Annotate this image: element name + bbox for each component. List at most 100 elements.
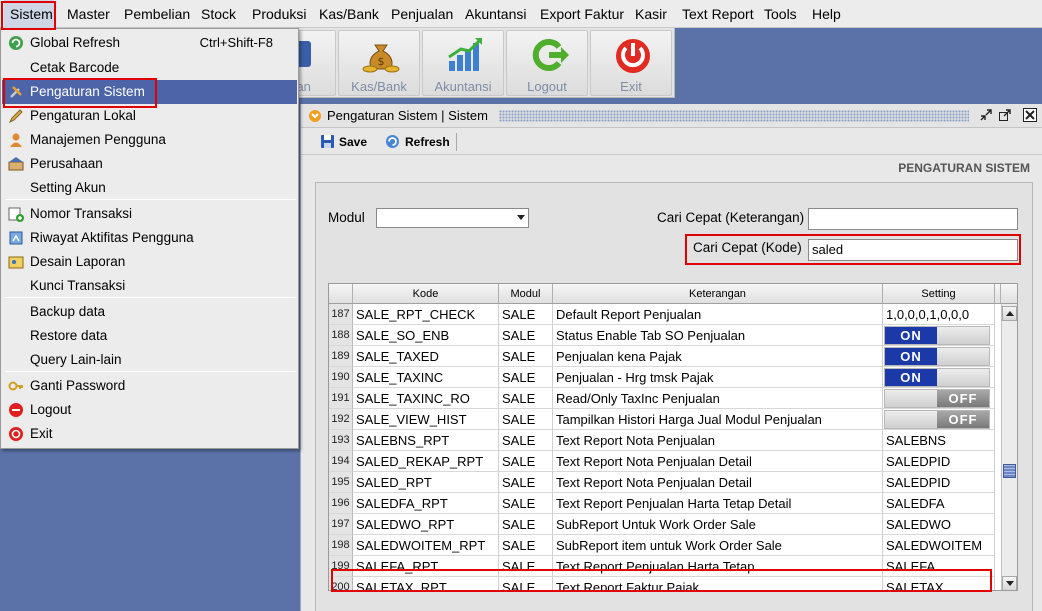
cell-modul[interactable]: SALE — [499, 325, 553, 346]
vertical-scrollbar[interactable] — [1001, 304, 1017, 590]
cell-setting[interactable]: ON — [883, 346, 995, 367]
refresh-button[interactable]: Refresh — [385, 131, 455, 153]
column-header-kode[interactable]: Kode — [353, 284, 499, 304]
modul-select[interactable] — [376, 208, 529, 228]
cell-modul[interactable]: SALE — [499, 493, 553, 514]
cell-ket[interactable]: Default Report Penjualan — [553, 304, 883, 325]
column-header-setting[interactable]: Setting — [883, 284, 995, 304]
setting-toggle[interactable]: OFF — [884, 389, 990, 408]
menu-item-query-lain-lain[interactable]: Query Lain-lain — [2, 348, 297, 372]
setting-toggle[interactable]: OFF — [884, 410, 990, 429]
cell-setting[interactable]: SALEDPID — [883, 472, 995, 493]
menu-help[interactable]: Help — [812, 0, 841, 28]
cell-modul[interactable]: SALE — [499, 577, 553, 590]
menu-item-setting-akun[interactable]: Setting Akun — [2, 176, 297, 200]
menu-penjualan[interactable]: Penjualan — [391, 0, 453, 28]
save-button[interactable]: Save — [320, 131, 372, 153]
setting-toggle[interactable]: ON — [884, 326, 990, 345]
cell-ket[interactable]: Penjualan - Hrg tmsk Pajak — [553, 367, 883, 388]
cell-modul[interactable]: SALE — [499, 430, 553, 451]
minimize-icon[interactable] — [979, 108, 993, 122]
cell-kode[interactable]: SALEFA_RPT — [353, 556, 499, 577]
menu-item-nomor-transaksi[interactable]: Nomor Transaksi — [2, 202, 297, 226]
menu-master[interactable]: Master — [67, 0, 110, 28]
scroll-thumb[interactable] — [1003, 464, 1016, 478]
scroll-up-button[interactable] — [1002, 306, 1017, 321]
table-row[interactable]: 190 SALE_TAXINC SALE Penjualan - Hrg tmsk P… — [329, 367, 999, 388]
menu-produksi[interactable]: Produksi — [252, 0, 306, 28]
maximize-icon[interactable] — [998, 108, 1012, 122]
table-row[interactable]: 196 SALEDFA_RPT SALE Text Report Penjualan … — [329, 493, 999, 514]
menu-item-cetak-barcode[interactable]: Cetak Barcode — [2, 56, 297, 80]
menu-pembelian[interactable]: Pembelian — [124, 0, 190, 28]
toolbar-kas-bank-button[interactable]: $ Kas/Bank — [338, 30, 420, 96]
menu-item-riwayat-aktifitas-pengguna[interactable]: Riwayat Aktifitas Pengguna — [2, 226, 297, 250]
menu-akuntansi[interactable]: Akuntansi — [465, 0, 526, 28]
menu-item-perusahaan[interactable]: Perusahaan — [2, 152, 297, 176]
menu-kas-bank[interactable]: Kas/Bank — [319, 0, 379, 28]
menu-kasir[interactable]: Kasir — [635, 0, 667, 28]
toolbar-logout-button[interactable]: Logout — [506, 30, 588, 96]
cell-setting[interactable]: SALEDFA — [883, 493, 995, 514]
cell-setting[interactable]: SALEDPID — [883, 451, 995, 472]
cell-kode[interactable]: SALED_REKAP_RPT — [353, 451, 499, 472]
cell-kode[interactable]: SALE_RPT_CHECK — [353, 304, 499, 325]
setting-toggle[interactable]: ON — [884, 368, 990, 387]
menu-item-exit[interactable]: Exit — [2, 422, 297, 446]
cell-setting[interactable]: 1,0,0,0,1,0,0,0 — [883, 304, 995, 325]
setting-toggle[interactable]: ON — [884, 347, 990, 366]
cell-kode[interactable]: SALEDWOITEM_RPT — [353, 535, 499, 556]
cell-modul[interactable]: SALE — [499, 346, 553, 367]
cell-modul[interactable]: SALE — [499, 409, 553, 430]
cell-setting[interactable]: ON — [883, 325, 995, 346]
menu-item-global-refresh[interactable]: Global Refresh Ctrl+Shift-F8 — [2, 31, 297, 55]
cell-kode[interactable]: SALE_TAXINC_RO — [353, 388, 499, 409]
menu-stock[interactable]: Stock — [201, 0, 236, 28]
table-row[interactable]: 189 SALE_TAXED SALE Penjualan kena Pajak ON — [329, 346, 999, 367]
cell-kode[interactable]: SALE_SO_ENB — [353, 325, 499, 346]
cell-modul[interactable]: SALE — [499, 556, 553, 577]
menu-item-pengaturan-lokal[interactable]: Pengaturan Lokal — [2, 104, 297, 128]
cell-kode[interactable]: SALE_TAXINC — [353, 367, 499, 388]
table-row[interactable]: 198 SALEDWOITEM_RPT SALE SubReport item unt… — [329, 535, 999, 556]
cell-setting[interactable]: ON — [883, 367, 995, 388]
cell-setting[interactable]: SALEFA — [883, 556, 995, 577]
table-row[interactable]: 200 SALETAX_RPT SALE Text Report Faktur Paj… — [329, 577, 999, 590]
toolbar-exit-button[interactable]: Exit — [590, 30, 672, 96]
menu-export-faktur[interactable]: Export Faktur — [540, 0, 624, 28]
cell-setting[interactable]: SALEDWOITEM — [883, 535, 995, 556]
menu-text-report[interactable]: Text Report — [682, 0, 754, 28]
cell-ket[interactable]: Text Report Penjualan Harta Tetap — [553, 556, 883, 577]
cell-kode[interactable]: SALE_VIEW_HIST — [353, 409, 499, 430]
table-row[interactable]: 187 SALE_RPT_CHECK SALE Default Report Penj… — [329, 304, 999, 325]
cell-setting[interactable]: OFF — [883, 388, 995, 409]
menu-tools[interactable]: Tools — [764, 0, 797, 28]
cell-kode[interactable]: SALE_TAXED — [353, 346, 499, 367]
menu-item-ganti-password[interactable]: Ganti Password — [2, 374, 297, 398]
menu-item-desain-laporan[interactable]: Desain Laporan — [2, 250, 297, 274]
cell-ket[interactable]: Status Enable Tab SO Penjualan — [553, 325, 883, 346]
menu-sistem[interactable]: Sistem — [4, 0, 54, 28]
cell-ket[interactable]: Text Report Nota Penjualan Detail — [553, 451, 883, 472]
cell-ket[interactable]: SubReport Untuk Work Order Sale — [553, 514, 883, 535]
search-kode-input[interactable]: saled — [808, 239, 1018, 261]
cell-setting[interactable]: OFF — [883, 409, 995, 430]
cell-setting[interactable]: SALETAX — [883, 577, 995, 590]
window-title-bar[interactable]: Pengaturan Sistem | Sistem — [301, 104, 1042, 128]
cell-kode[interactable]: SALED_RPT — [353, 472, 499, 493]
close-icon[interactable] — [1023, 108, 1037, 122]
search-keterangan-input[interactable] — [808, 208, 1018, 230]
table-row[interactable]: 199 SALEFA_RPT SALE Text Report Penjualan H… — [329, 556, 999, 577]
cell-kode[interactable]: SALEDWO_RPT — [353, 514, 499, 535]
cell-setting[interactable]: SALEBNS — [883, 430, 995, 451]
cell-modul[interactable]: SALE — [499, 367, 553, 388]
cell-ket[interactable]: Text Report Penjualan Harta Tetap Detail — [553, 493, 883, 514]
toolbar-akuntansi-button[interactable]: Akuntansi — [422, 30, 504, 96]
table-row[interactable]: 191 SALE_TAXINC_RO SALE Read/Only TaxInc Pe… — [329, 388, 999, 409]
table-row[interactable]: 188 SALE_SO_ENB SALE Status Enable Tab SO P… — [329, 325, 999, 346]
menu-item-pengaturan-sistem[interactable]: Pengaturan Sistem — [2, 80, 297, 104]
menu-item-backup-data[interactable]: Backup data — [2, 300, 297, 324]
cell-ket[interactable]: Text Report Nota Penjualan — [553, 430, 883, 451]
cell-modul[interactable]: SALE — [499, 388, 553, 409]
cell-ket[interactable]: SubReport item untuk Work Order Sale — [553, 535, 883, 556]
